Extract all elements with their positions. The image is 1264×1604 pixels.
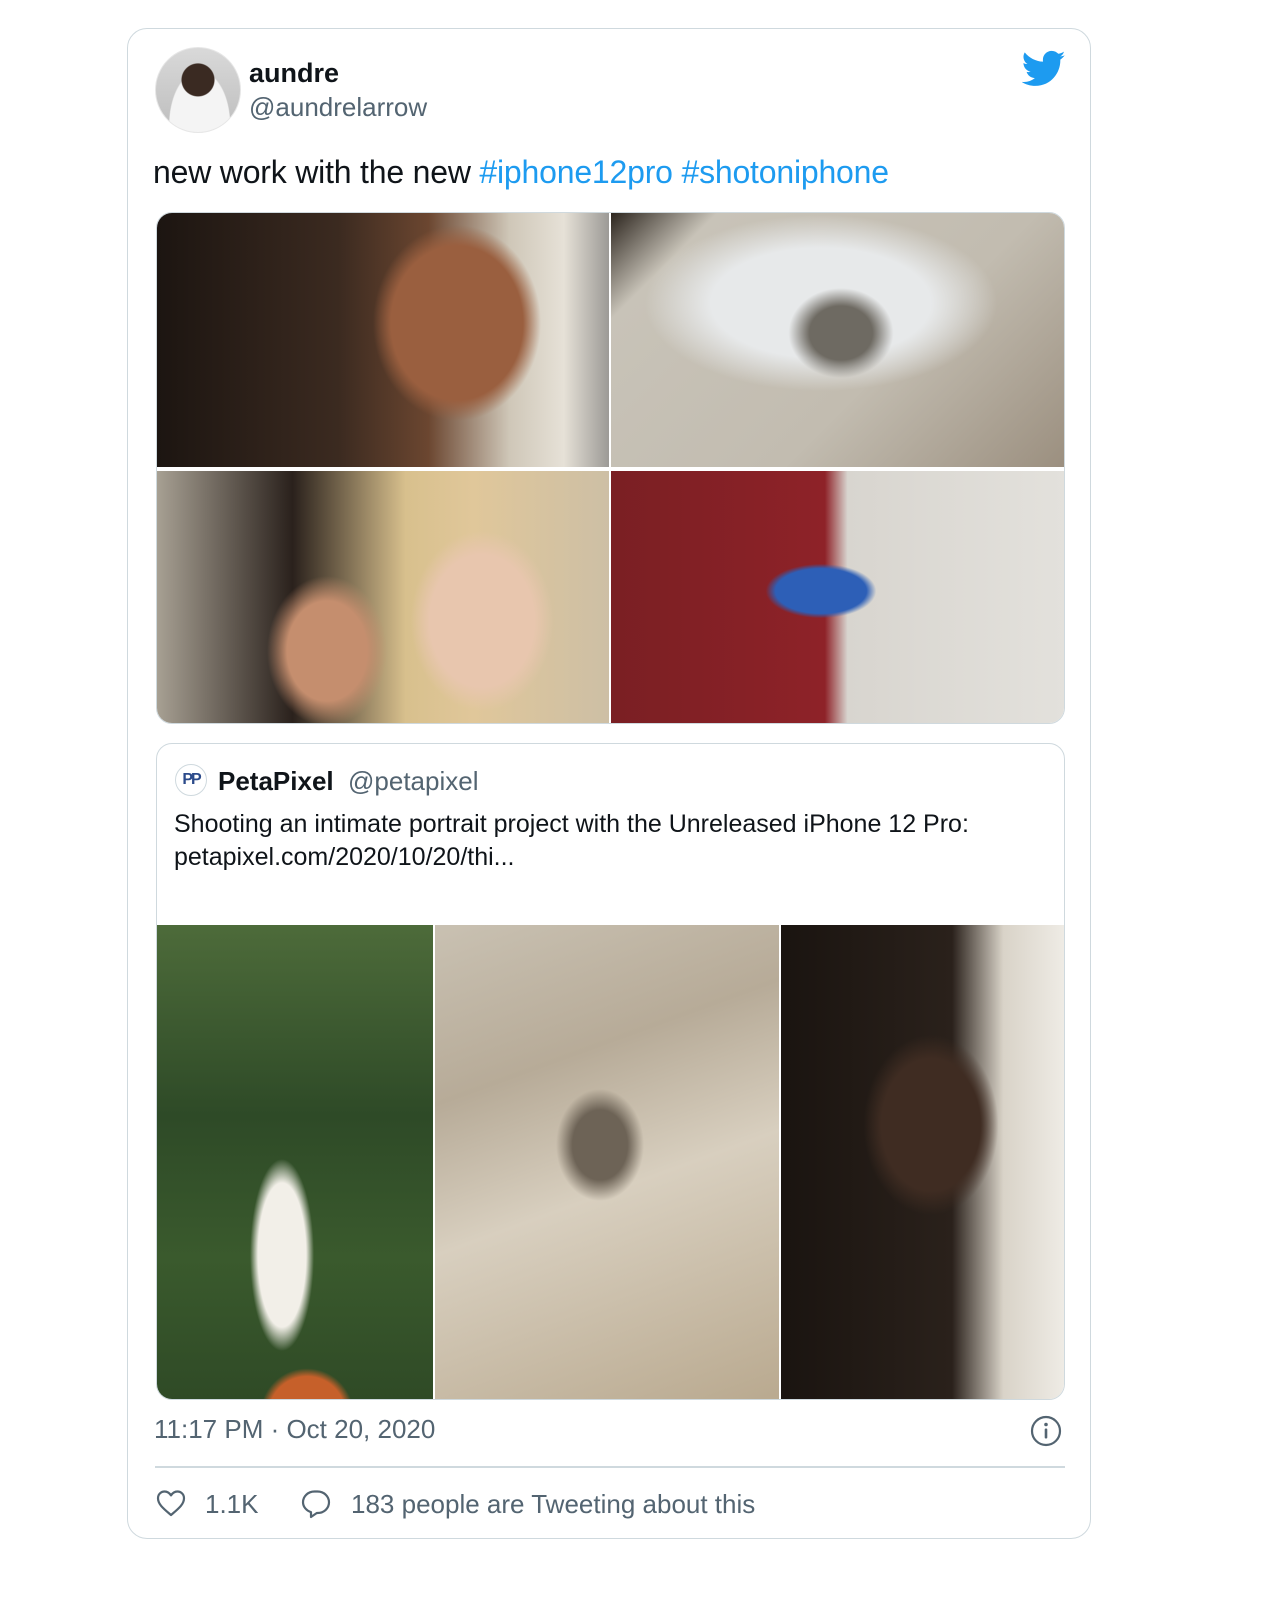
tweet-text: new work with the new #iphone12pro #shot… [153,154,889,191]
quoted-author-handle[interactable]: @petapixel [348,766,478,797]
like-count[interactable]: 1.1K [205,1489,259,1520]
quoted-author-display-name[interactable]: PetaPixel [218,766,334,797]
photo-man-profile[interactable] [157,213,609,467]
heart-icon[interactable] [155,1487,187,1519]
quoted-photo-man-window[interactable] [781,925,1064,1399]
quoted-photo-hand-shadow[interactable] [435,925,779,1399]
quoted-tweet-text: Shooting an intimate portrait project wi… [174,808,1034,874]
quoted-author-avatar[interactable]: PP [175,764,207,796]
hashtag-shotoniphone[interactable]: #shotoniphone [681,154,889,190]
info-icon[interactable] [1030,1415,1062,1447]
photo-hand-holding-iphone[interactable] [611,471,1064,723]
hashtag-iphone12pro[interactable]: #iphone12pro [479,154,673,190]
quoted-tweet[interactable]: PP PetaPixel @petapixel Shooting an inti… [156,743,1065,1400]
divider [155,1466,1065,1468]
quoted-tweet-link[interactable]: petapixel.com/2020/10/20/thi... [174,841,1034,874]
speech-bubble-icon[interactable] [300,1487,332,1519]
author-handle[interactable]: @aundrelarrow [249,92,427,123]
photo-two-women[interactable] [157,471,609,723]
author-avatar[interactable] [155,47,241,133]
tweeting-about-this[interactable]: 183 people are Tweeting about this [351,1489,755,1520]
quoted-media [157,925,1064,1399]
quoted-photo-woman-foliage[interactable] [157,925,433,1399]
media-grid [156,212,1065,724]
tweet-text-plain: new work with the new [153,154,480,190]
twitter-bird-icon[interactable] [1022,50,1066,88]
author-display-name[interactable]: aundre [249,58,339,89]
quoted-tweet-body: Shooting an intimate portrait project wi… [174,810,969,838]
photo-hand-shadows[interactable] [611,213,1064,467]
tweet-timestamp[interactable]: 11:17 PM · Oct 20, 2020 [154,1414,435,1445]
